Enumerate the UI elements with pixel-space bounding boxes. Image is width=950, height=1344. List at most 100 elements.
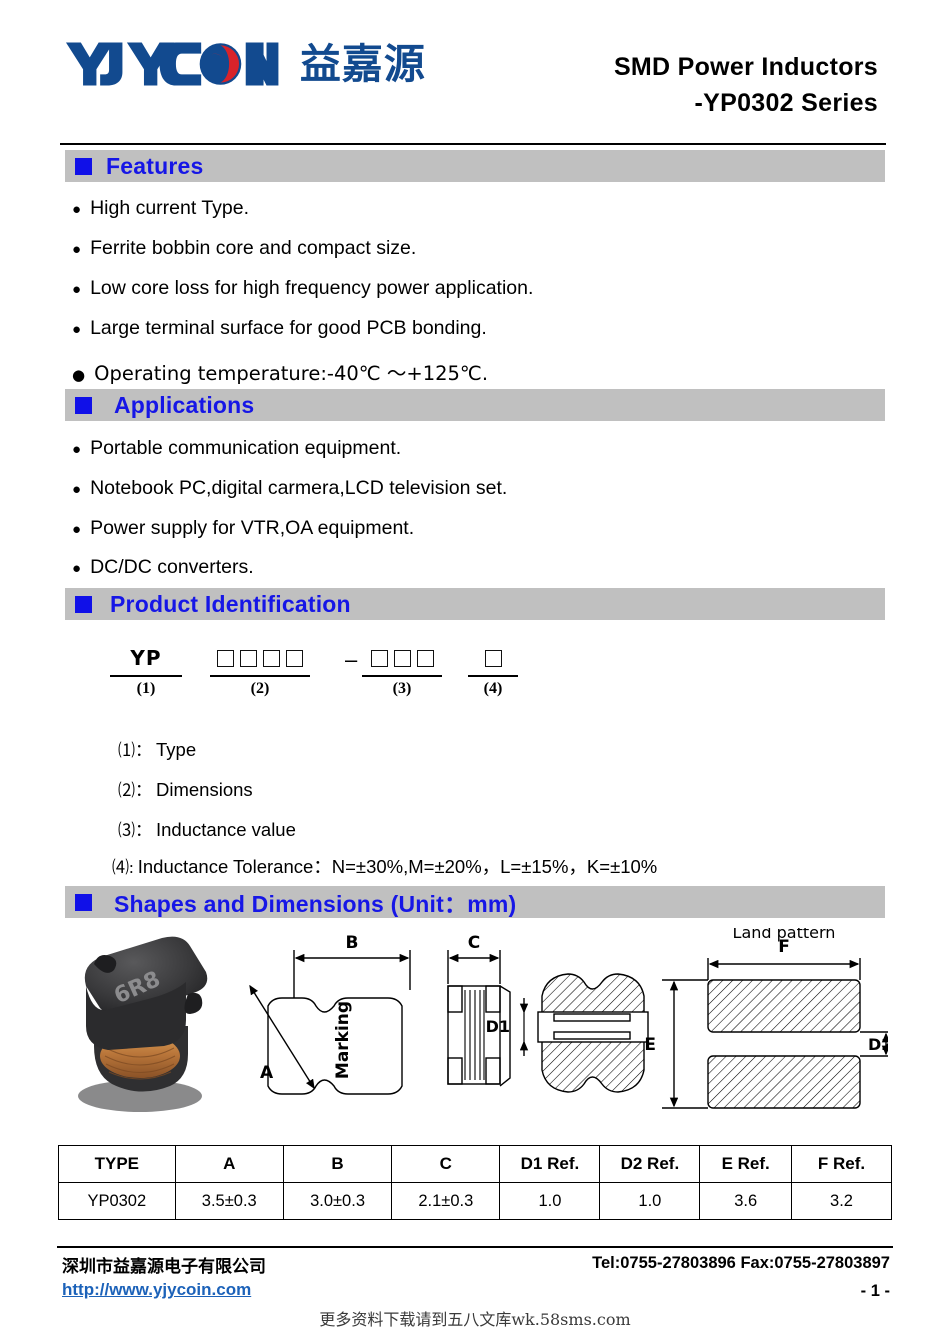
cell-a: 3.5±0.3: [174, 1182, 284, 1220]
legend-index: ⑶：: [118, 821, 152, 840]
legend-text: Inductance Tolerance：N=±30%,M=±20%，L=±15…: [137, 856, 658, 877]
footer-contact: Tel:0755-27803896 Fax:0755-27803897: [592, 1254, 890, 1272]
bullet-square-icon: [75, 595, 92, 613]
feature-text: Large terminal surface for good PCB bond…: [90, 317, 487, 339]
placeholder-box: [217, 649, 234, 667]
application-text: Notebook PC,digital carmera,LCD televisi…: [90, 477, 508, 499]
dim-label-c: C: [468, 933, 480, 953]
placeholder-box: [393, 649, 411, 667]
features-heading: Features: [106, 152, 204, 179]
bullet-dot-icon: ●: [72, 321, 82, 338]
feature-item: ● High current Type.: [72, 197, 249, 220]
col-header-c: C: [391, 1145, 501, 1183]
part-segment-2-label: (2): [250, 680, 270, 697]
datasheet-page: 益嘉源 SMD Power Inductors -YP0302 Series F…: [0, 0, 950, 1344]
cell-b: 3.0±0.3: [282, 1182, 393, 1220]
feature-text: Low core loss for high frequency power a…: [90, 277, 534, 299]
part-segment-3: (3): [362, 645, 442, 698]
section-header-product-identification: Product Identification: [65, 588, 885, 620]
bullet-dot-icon: ●: [72, 201, 82, 218]
feature-text: High current Type.: [90, 197, 250, 219]
applications-heading: Applications: [114, 391, 255, 418]
bullet-square-icon: [75, 396, 92, 414]
cell-d1: 1.0: [499, 1182, 601, 1220]
section-header-features: Features: [65, 150, 885, 182]
legend-index: ⑴：: [118, 741, 152, 760]
legend-index: ⑵：: [118, 781, 152, 800]
bullet-square-icon: [75, 893, 92, 911]
bullet-dot-icon: ●: [72, 560, 82, 577]
marking-label: Marking: [333, 1001, 353, 1079]
placeholder-box: [416, 649, 434, 667]
bottom-view-drawing: [519, 973, 649, 1093]
footer-company-name: 深圳市益嘉源电子有限公司: [62, 1257, 266, 1277]
col-header-type: TYPE: [58, 1145, 176, 1183]
feature-item: ● Operating temperature:-40℃ ～+125℃.: [72, 357, 488, 386]
feature-text: Ferrite bobbin core and compact size.: [90, 237, 417, 259]
feature-item: ● Large terminal surface for good PCB bo…: [72, 317, 487, 340]
placeholder-box: [286, 649, 303, 667]
footer-website-link[interactable]: http://www.yjycoin.com: [62, 1280, 251, 1300]
part-prefix-text: YP: [130, 646, 162, 670]
land-pattern-drawing: [662, 958, 900, 1109]
product-id-legend-item: ⑵： Dimensions: [118, 776, 253, 801]
section-header-applications: Applications: [65, 389, 885, 421]
footer-divider: [57, 1246, 893, 1248]
table-row: YP0302 3.5±0.3 3.0±0.3 2.1±0.3 1.0 1.0 3…: [58, 1182, 893, 1220]
drawings-svg: 6R8 B A Marking C D1 F E D2 Land pattern: [78, 923, 900, 1112]
product-identification-heading: Product Identification: [110, 590, 351, 617]
header-divider: [60, 143, 886, 145]
part-segment-4-label: (4): [483, 680, 503, 697]
footer-watermark: 更多资料下载请到五八文库wk.58sms.com: [319, 1310, 631, 1329]
dimensions-table: TYPE A B C D1 Ref. D2 Ref. E Ref. F Ref.…: [58, 1145, 893, 1220]
cell-e: 3.6: [699, 1182, 792, 1220]
part-separator-dash: –: [345, 647, 358, 672]
feature-text: Operating temperature:-40℃ ～+125℃.: [94, 362, 489, 385]
yjycoin-logo-icon: [65, 42, 279, 86]
application-text: DC/DC converters.: [90, 556, 254, 578]
logo-chinese-name: 益嘉源: [299, 39, 426, 88]
land-pattern-title: Land pattern: [733, 928, 836, 942]
section-header-shapes-dimensions: Shapes and Dimensions (Unit：mm): [65, 886, 885, 918]
part-segment-3-label: (3): [392, 680, 412, 697]
part-segment-3-boxes: [362, 645, 442, 677]
product-id-legend-item: ⑶： Inductance value: [118, 816, 296, 841]
col-header-f-ref: F Ref.: [790, 1145, 893, 1183]
col-header-e-ref: E Ref.: [699, 1145, 792, 1183]
title-line-1: SMD Power Inductors: [613, 53, 878, 81]
bullet-dot-icon: ●: [72, 241, 82, 258]
part-segment-4-boxes: [468, 645, 518, 677]
dim-label-d2: D2: [868, 1035, 888, 1054]
application-item: ● Power supply for VTR,OA equipment.: [72, 517, 414, 540]
bullet-dot-icon: ●: [72, 441, 82, 458]
cell-f: 3.2: [790, 1182, 893, 1220]
title-line-2: -YP0302 Series: [694, 88, 878, 117]
part-segment-2-boxes: [210, 645, 310, 677]
page-header: 益嘉源 SMD Power Inductors -YP0302 Series: [0, 0, 950, 118]
page-title: SMD Power Inductors -YP0302 Series: [614, 50, 878, 121]
product-id-legend-item: ⑷: Inductance Tolerance：N=±30%,M=±20%，L=…: [112, 853, 657, 879]
legend-index: ⑷:: [112, 858, 134, 877]
part-segment-1: YP (1): [110, 645, 182, 698]
col-header-a: A: [174, 1145, 284, 1183]
cell-type: YP0302: [58, 1182, 176, 1220]
dim-label-a: A: [260, 1063, 274, 1083]
application-text: Power supply for VTR,OA equipment.: [90, 517, 415, 539]
placeholder-box: [484, 649, 502, 667]
part-segment-1-value: YP: [110, 645, 182, 677]
col-header-d2-ref: D2 Ref.: [599, 1145, 701, 1183]
company-logo: 益嘉源: [63, 38, 426, 90]
inductor-photo: 6R8: [78, 936, 208, 1112]
feature-item: ● Low core loss for high frequency power…: [72, 277, 533, 300]
product-id-legend-item: ⑴： Type: [118, 736, 196, 761]
dim-label-d1: D1: [486, 1017, 510, 1036]
cell-c: 2.1±0.3: [391, 1182, 501, 1220]
bullet-square-icon: [75, 157, 92, 175]
top-view-drawing: [249, 950, 411, 1095]
legend-text: Dimensions: [156, 779, 253, 800]
dimension-drawings: 6R8 B A Marking C D1 F E D2 Land pattern: [62, 923, 900, 1133]
legend-text: Type: [156, 739, 197, 760]
col-header-b: B: [282, 1145, 393, 1183]
part-segment-1-label: (1): [136, 680, 156, 697]
bullet-dot-icon: ●: [72, 366, 86, 384]
